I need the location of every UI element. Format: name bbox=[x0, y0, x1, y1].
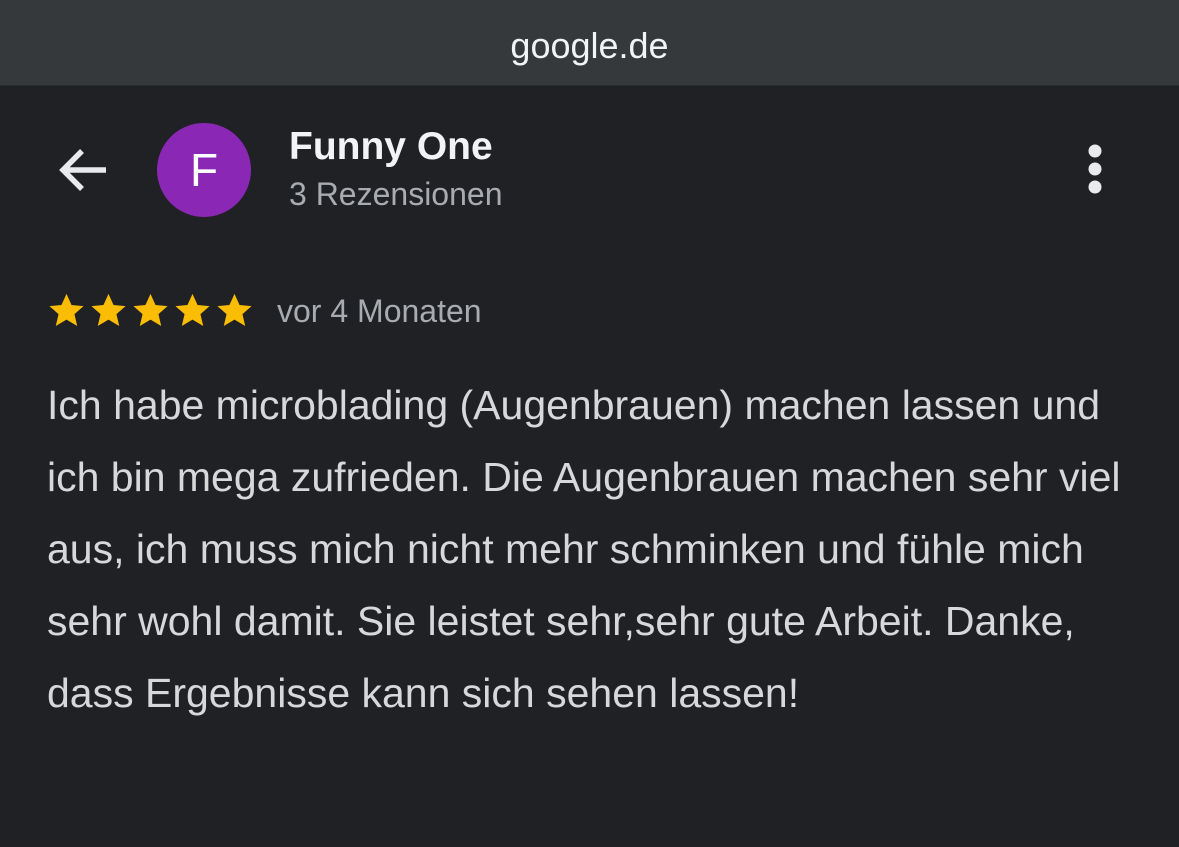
star-icon bbox=[175, 293, 210, 326]
url-text[interactable]: google.de bbox=[0, 24, 1179, 68]
review-date: vor 4 Monaten bbox=[277, 293, 482, 329]
star-icon bbox=[133, 293, 168, 326]
star-icon bbox=[91, 293, 126, 326]
review-count: 3 Rezensionen bbox=[289, 176, 503, 212]
star-icon bbox=[217, 293, 252, 326]
star-icon bbox=[49, 293, 84, 326]
reviewer-name[interactable]: Funny One bbox=[289, 124, 493, 170]
back-button[interactable] bbox=[52, 138, 116, 202]
arrow-left-icon bbox=[59, 149, 106, 191]
more-vertical-icon bbox=[1088, 144, 1102, 194]
more-options-button[interactable] bbox=[1075, 140, 1115, 200]
review-text: Ich habe microblading (Augenbrauen) mach… bbox=[47, 382, 1121, 716]
browser-url-bar[interactable]: google.de bbox=[0, 0, 1179, 86]
avatar[interactable]: F bbox=[157, 123, 251, 217]
star-rating bbox=[47, 291, 254, 331]
